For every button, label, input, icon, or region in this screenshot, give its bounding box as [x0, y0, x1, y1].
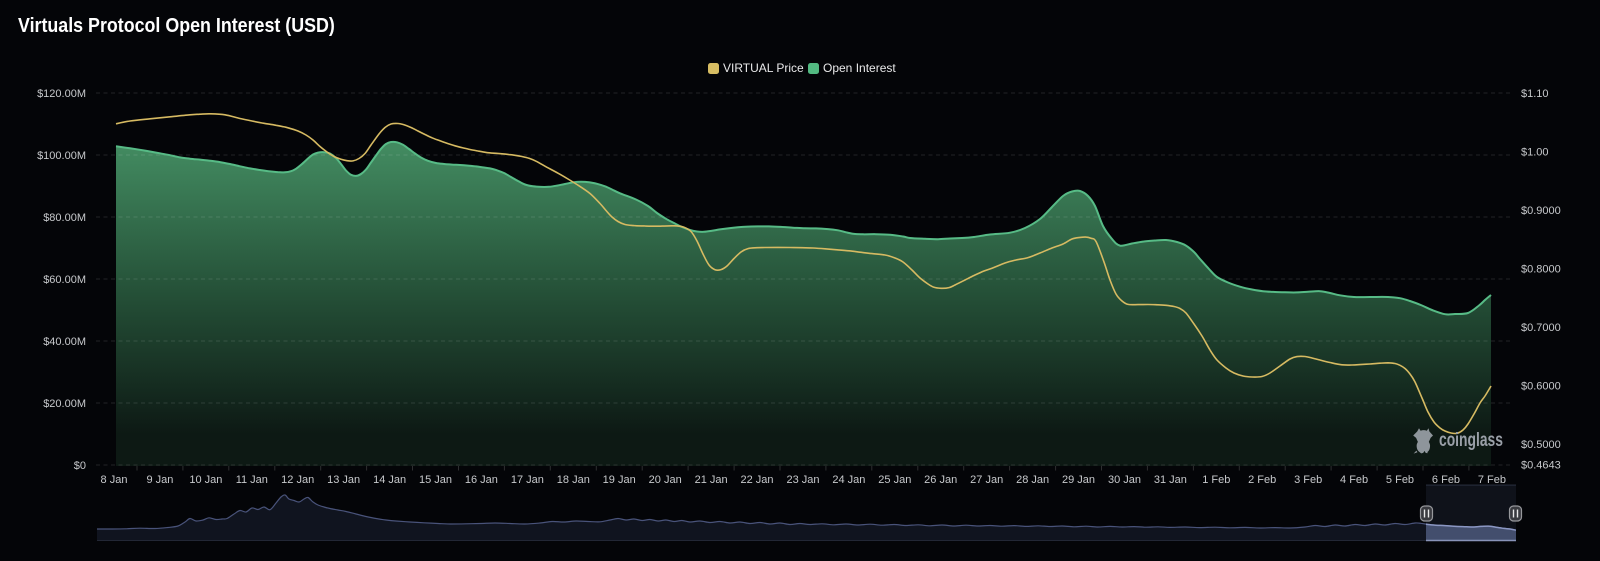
- svg-text:$0.9000: $0.9000: [1521, 205, 1561, 217]
- svg-text:3 Feb: 3 Feb: [1294, 474, 1322, 486]
- svg-text:7 Feb: 7 Feb: [1478, 474, 1506, 486]
- svg-text:15 Jan: 15 Jan: [419, 474, 452, 486]
- svg-text:21 Jan: 21 Jan: [695, 474, 728, 486]
- svg-text:20 Jan: 20 Jan: [649, 474, 682, 486]
- svg-text:$1.00: $1.00: [1521, 147, 1549, 159]
- svg-text:$0.8000: $0.8000: [1521, 264, 1561, 276]
- svg-text:19 Jan: 19 Jan: [603, 474, 636, 486]
- svg-text:23 Jan: 23 Jan: [786, 474, 819, 486]
- svg-text:2 Feb: 2 Feb: [1248, 474, 1276, 486]
- svg-text:$100.00M: $100.00M: [37, 150, 86, 162]
- svg-text:24 Jan: 24 Jan: [832, 474, 865, 486]
- svg-text:$80.00M: $80.00M: [43, 212, 86, 224]
- svg-text:17 Jan: 17 Jan: [511, 474, 544, 486]
- svg-text:5 Feb: 5 Feb: [1386, 474, 1414, 486]
- svg-text:18 Jan: 18 Jan: [557, 474, 590, 486]
- svg-text:28 Jan: 28 Jan: [1016, 474, 1049, 486]
- svg-text:30 Jan: 30 Jan: [1108, 474, 1141, 486]
- svg-text:$20.00M: $20.00M: [43, 398, 86, 410]
- svg-text:9 Jan: 9 Jan: [146, 474, 173, 486]
- svg-text:$60.00M: $60.00M: [43, 274, 86, 286]
- svg-text:22 Jan: 22 Jan: [740, 474, 773, 486]
- svg-text:$40.00M: $40.00M: [43, 336, 86, 348]
- svg-text:$0.6000: $0.6000: [1521, 381, 1561, 393]
- svg-text:$0: $0: [74, 460, 86, 472]
- svg-text:8 Jan: 8 Jan: [101, 474, 128, 486]
- svg-text:12 Jan: 12 Jan: [281, 474, 314, 486]
- svg-text:$120.00M: $120.00M: [37, 88, 86, 100]
- svg-text:$0.5000: $0.5000: [1521, 439, 1561, 451]
- svg-text:16 Jan: 16 Jan: [465, 474, 498, 486]
- svg-text:$0.4643: $0.4643: [1521, 460, 1561, 472]
- svg-text:4 Feb: 4 Feb: [1340, 474, 1368, 486]
- svg-text:10 Jan: 10 Jan: [189, 474, 222, 486]
- svg-text:13 Jan: 13 Jan: [327, 474, 360, 486]
- svg-text:29 Jan: 29 Jan: [1062, 474, 1095, 486]
- svg-text:1 Feb: 1 Feb: [1202, 474, 1230, 486]
- svg-text:27 Jan: 27 Jan: [970, 474, 1003, 486]
- svg-text:$0.7000: $0.7000: [1521, 322, 1561, 334]
- svg-text:14 Jan: 14 Jan: [373, 474, 406, 486]
- svg-text:$1.10: $1.10: [1521, 88, 1549, 100]
- svg-text:26 Jan: 26 Jan: [924, 474, 957, 486]
- svg-text:31 Jan: 31 Jan: [1154, 474, 1187, 486]
- svg-text:25 Jan: 25 Jan: [878, 474, 911, 486]
- svg-text:6 Feb: 6 Feb: [1432, 474, 1460, 486]
- svg-text:11 Jan: 11 Jan: [236, 474, 268, 486]
